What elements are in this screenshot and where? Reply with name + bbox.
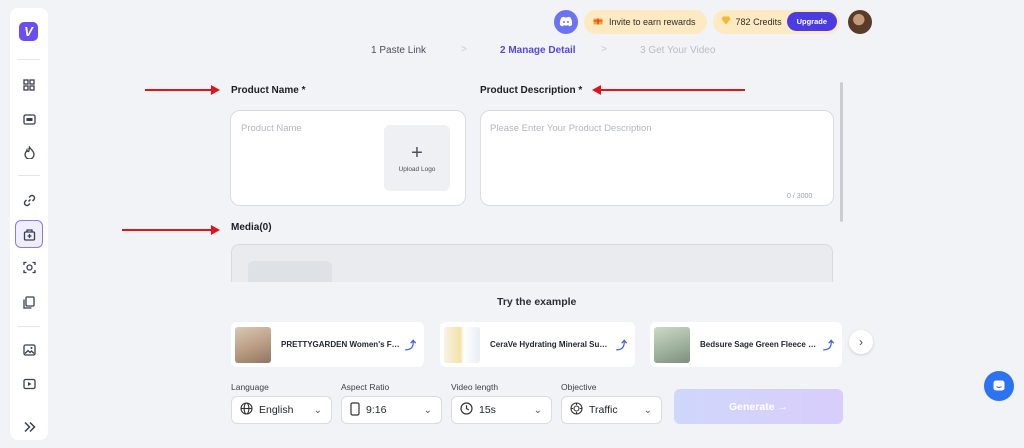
generate-button[interactable]: Generate → xyxy=(674,389,843,424)
language-label: Language xyxy=(231,382,269,392)
step-get-your-video: 3 Get Your Video xyxy=(640,45,716,56)
video-length-label: Video length xyxy=(451,382,499,392)
language-select[interactable]: English ⌄ xyxy=(231,396,332,424)
chevron-right-icon[interactable]: › xyxy=(849,330,873,354)
product-thumbnail xyxy=(444,326,480,363)
example-card-cerave[interactable]: CeraVe Hydrating Mineral Sunscreen ⤴ xyxy=(440,322,635,367)
invite-rewards-button[interactable]: Invite to earn rewards xyxy=(584,9,707,34)
example-card-bedsure[interactable]: Bedsure Sage Green Fleece Blanket ⤴ xyxy=(650,322,842,367)
documents-icon[interactable] xyxy=(19,292,39,312)
ad-icon[interactable] xyxy=(19,109,39,129)
sidebar: V xyxy=(10,8,48,440)
chevron-down-icon: ⌄ xyxy=(643,404,652,416)
annotation-arrow-product-description xyxy=(592,85,745,95)
media-upload-area[interactable] xyxy=(231,244,833,282)
aspect-ratio-select[interactable]: 9:16 ⌄ xyxy=(341,396,442,424)
image-icon[interactable] xyxy=(19,340,39,360)
upgrade-button[interactable]: Upgrade xyxy=(786,12,837,31)
language-value: English xyxy=(259,404,294,416)
annotation-arrow-product-name xyxy=(145,85,220,95)
plus-icon: + xyxy=(411,141,423,164)
example-card-prettygarden[interactable]: PRETTYGARDEN Women's Fall Sweater ⤴ xyxy=(231,322,424,367)
step-chevron-icon: > xyxy=(461,44,467,55)
chevron-down-icon: ⌄ xyxy=(533,404,542,416)
product-name-label: Product Name * xyxy=(231,85,306,96)
link-icon[interactable] xyxy=(19,190,39,210)
video-icon[interactable] xyxy=(19,374,39,394)
step-chevron-icon: > xyxy=(601,44,607,55)
face-scan-icon[interactable] xyxy=(19,257,39,277)
app-logo[interactable]: V xyxy=(19,22,38,41)
clock-icon xyxy=(460,402,473,418)
gift-icon xyxy=(593,16,603,27)
annotation-arrow-media xyxy=(122,225,220,235)
example-title: CeraVe Hydrating Mineral Sunscreen xyxy=(490,340,610,349)
expand-sidebar-icon[interactable] xyxy=(19,417,39,437)
upload-logo-label: Upload Logo xyxy=(398,165,436,173)
scrollbar[interactable] xyxy=(840,82,843,222)
product-description-label: Product Description * xyxy=(480,85,583,96)
step-manage-detail: 2 Manage Detail xyxy=(500,45,576,56)
discord-icon[interactable] xyxy=(554,9,578,34)
media-placeholder-tile xyxy=(248,261,332,282)
top-bar: Invite to earn rewards 782 Credits Upgra… xyxy=(554,9,872,34)
aspect-ratio-value: 9:16 xyxy=(366,404,387,416)
objective-value: Traffic xyxy=(589,404,618,416)
product-thumbnail xyxy=(235,326,271,363)
fire-icon[interactable] xyxy=(19,142,39,162)
video-length-value: 15s xyxy=(479,404,496,416)
media-label: Media(0) xyxy=(231,222,272,233)
share-arrow-icon: ⤴ xyxy=(823,339,834,352)
share-arrow-icon: ⤴ xyxy=(405,339,416,352)
credits-label: 782 Credits xyxy=(735,16,782,27)
sidebar-divider xyxy=(18,59,40,60)
target-icon xyxy=(570,402,583,418)
invite-label: Invite to earn rewards xyxy=(609,16,696,27)
example-title: Bedsure Sage Green Fleece Blanket xyxy=(700,340,820,349)
chat-support-icon[interactable] xyxy=(984,371,1014,401)
share-arrow-icon: ⤴ xyxy=(616,339,627,352)
try-example-title: Try the example xyxy=(497,296,577,308)
step-paste-link: 1 Paste Link xyxy=(371,45,427,56)
diamond-icon xyxy=(721,16,731,27)
product-name-placeholder: Product Name xyxy=(241,123,302,134)
example-title: PRETTYGARDEN Women's Fall Sweater xyxy=(281,340,401,349)
upload-logo-button[interactable]: + Upload Logo xyxy=(384,125,450,191)
sidebar-divider xyxy=(18,175,40,176)
avatar[interactable] xyxy=(848,9,872,34)
dashboard-grid-icon[interactable] xyxy=(19,75,39,95)
video-length-select[interactable]: 15s ⌄ xyxy=(451,396,552,424)
phone-ratio-icon xyxy=(350,401,360,419)
product-thumbnail xyxy=(654,326,690,363)
chevron-down-icon: ⌄ xyxy=(313,404,322,416)
objective-select[interactable]: Traffic ⌄ xyxy=(561,396,662,424)
globe-icon xyxy=(240,402,253,418)
sidebar-divider xyxy=(18,326,40,327)
credits-badge: 782 Credits Upgrade xyxy=(712,9,840,34)
chevron-down-icon: ⌄ xyxy=(423,404,432,416)
product-description-placeholder: Please Enter Your Product Description xyxy=(490,123,652,134)
objective-label: Objective xyxy=(561,382,597,392)
aspect-ratio-label: Aspect Ratio xyxy=(341,382,390,392)
description-char-counter: 0 / 3000 xyxy=(787,193,813,200)
product-to-video-icon[interactable] xyxy=(15,220,43,248)
